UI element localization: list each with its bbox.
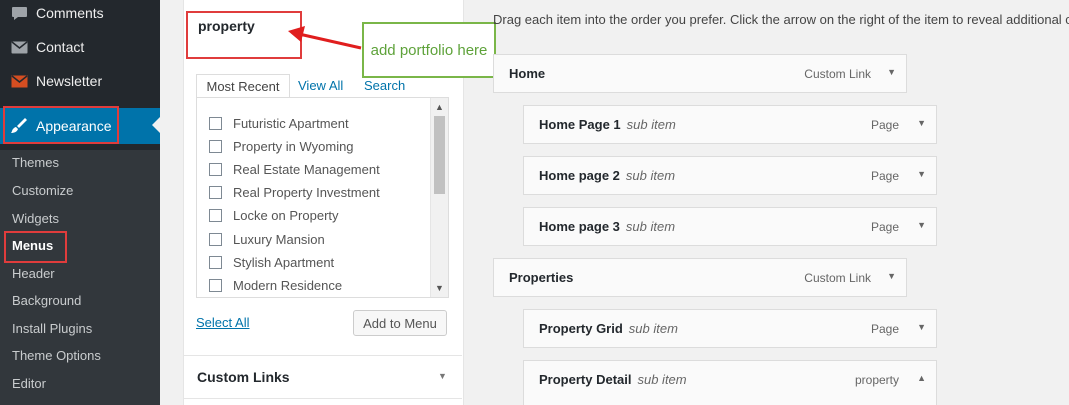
menu-item-type: Page — [870, 118, 899, 132]
callout-box: add portfolio here — [362, 22, 496, 78]
tab-most-recent[interactable]: Most Recent — [196, 74, 290, 98]
custom-links-heading[interactable]: Custom Links — [197, 369, 290, 385]
property-checklist: Futuristic Apartment Property in Wyoming… — [196, 97, 449, 298]
add-to-menu-button[interactable]: Add to Menu — [353, 310, 447, 336]
list-item-label: Modern Residence — [233, 277, 343, 293]
sidebar-item-label: Newsletter — [36, 73, 103, 89]
list-item-label: Locke on Property — [233, 207, 339, 223]
menu-item-title: Property Grid sub item — [539, 321, 678, 336]
tab-view-all[interactable]: View All — [298, 74, 343, 97]
submenu-item-themes[interactable]: Themes — [12, 155, 59, 170]
chevron-up-icon[interactable]: ▲ — [917, 373, 926, 383]
sidebar-item-label: Comments — [36, 5, 104, 21]
menu-item-type: Page — [870, 220, 899, 234]
menu-item-home-page-2[interactable]: Home page 2 sub item Page ▼ — [523, 156, 937, 195]
list-item[interactable]: Stylish Apartment — [209, 252, 334, 272]
sidebar-item-newsletter[interactable]: Newsletter — [0, 64, 160, 98]
menu-item-title-text: Home page 2 — [539, 168, 620, 183]
checkbox[interactable] — [209, 162, 222, 176]
highlight-box-menus — [4, 231, 67, 263]
menu-item-title: Home — [509, 66, 546, 81]
sidebar-item-label: Contact — [36, 39, 85, 55]
chevron-down-icon[interactable]: ▼ — [887, 271, 896, 281]
scroll-down-icon[interactable]: ▼ — [431, 281, 448, 295]
chevron-down-icon[interactable]: ▼ — [887, 67, 896, 77]
list-item[interactable]: Real Estate Management — [209, 159, 380, 179]
newsletter-icon — [9, 74, 29, 88]
list-item[interactable]: Modern Residence — [209, 275, 342, 295]
checkbox[interactable] — [209, 278, 222, 292]
sub-item-label: sub item — [625, 219, 676, 234]
menu-item-property-detail[interactable]: Property Detail sub item property ▲ — [523, 360, 937, 405]
checkbox[interactable] — [209, 185, 222, 199]
menu-item-property-grid[interactable]: Property Grid sub item Page ▼ — [523, 309, 937, 348]
list-item-label: Real Property Investment — [233, 184, 380, 200]
list-item-label: Luxury Mansion — [233, 231, 325, 247]
divider — [184, 398, 462, 399]
menu-item-type: Page — [870, 322, 899, 336]
menu-item-title-text: Property Grid — [539, 321, 623, 336]
submenu-item-install-plugins[interactable]: Install Plugins — [12, 321, 92, 336]
menu-item-properties[interactable]: Properties Custom Link ▼ — [493, 258, 907, 297]
sub-item-label: sub item — [628, 321, 678, 336]
list-item[interactable]: Property in Wyoming — [209, 136, 354, 156]
chevron-down-icon[interactable]: ▼ — [438, 371, 447, 381]
menu-item-title-text: Home Page 1 — [539, 117, 621, 132]
menu-item-type: Page — [870, 169, 899, 183]
list-item-label: Real Estate Management — [233, 161, 380, 177]
menu-item-title-text: Home page 3 — [539, 219, 620, 234]
menu-item-title-text: Property Detail — [539, 372, 632, 387]
checkbox[interactable] — [209, 139, 222, 153]
submenu-item-header[interactable]: Header — [12, 266, 55, 281]
menu-item-title: Home Page 1 sub item — [539, 117, 676, 132]
chevron-down-icon[interactable]: ▼ — [917, 220, 926, 230]
red-arrow-annotation — [288, 26, 362, 50]
submenu-item-customize[interactable]: Customize — [12, 183, 73, 198]
chevron-down-icon[interactable]: ▼ — [917, 322, 926, 332]
admin-sidebar: Comments Contact Newsletter Appearance T… — [0, 0, 160, 405]
menu-item-home-page-3[interactable]: Home page 3 sub item Page ▼ — [523, 207, 937, 246]
scrollbar-thumb[interactable] — [434, 116, 445, 194]
comment-bubble-icon — [9, 6, 29, 21]
sidebar-item-comments[interactable]: Comments — [0, 0, 160, 30]
divider — [184, 355, 462, 356]
sub-item-label: sub item — [626, 117, 676, 132]
sub-item-label: sub item — [625, 168, 676, 183]
list-item-label: Property in Wyoming — [233, 138, 354, 154]
list-item[interactable]: Futuristic Apartment — [209, 113, 349, 133]
list-item-label: Futuristic Apartment — [233, 115, 349, 131]
select-all-link[interactable]: Select All — [196, 315, 249, 330]
scroll-up-icon[interactable]: ▲ — [431, 100, 448, 114]
chevron-down-icon[interactable]: ▼ — [917, 169, 926, 179]
menu-item-title: Property Detail sub item — [539, 372, 687, 387]
list-item-label: Stylish Apartment — [233, 254, 335, 270]
menu-item-home-page-1[interactable]: Home Page 1 sub item Page ▼ — [523, 105, 937, 144]
envelope-icon — [9, 40, 29, 54]
checkbox[interactable] — [209, 255, 222, 269]
checkbox[interactable] — [209, 208, 222, 222]
menu-instructions: Drag each item into the order you prefer… — [493, 12, 1069, 27]
checkbox[interactable] — [209, 116, 222, 130]
menu-item-type: Custom Link — [804, 271, 871, 285]
appearance-submenu: Themes Customize Widgets Menus Header Ba… — [0, 150, 160, 405]
menu-item-type: property — [854, 373, 899, 387]
menu-item-title: Properties — [509, 270, 574, 285]
sidebar-item-contact[interactable]: Contact — [0, 30, 160, 64]
list-item[interactable]: Real Property Investment — [209, 182, 380, 202]
menu-item-home[interactable]: Home Custom Link ▼ — [493, 54, 907, 93]
sub-item-label: sub item — [637, 372, 687, 387]
menu-item-type: Custom Link — [804, 67, 871, 81]
submenu-item-editor[interactable]: Editor — [12, 376, 46, 391]
menu-item-title: Home page 3 sub item — [539, 219, 675, 234]
menu-item-title: Home page 2 sub item — [539, 168, 675, 183]
list-item[interactable]: Luxury Mansion — [209, 229, 325, 249]
vertical-scrollbar[interactable]: ▲ ▼ — [430, 98, 448, 297]
list-item[interactable]: Locke on Property — [209, 205, 339, 225]
chevron-down-icon[interactable]: ▼ — [917, 118, 926, 128]
submenu-item-theme-options[interactable]: Theme Options — [12, 348, 101, 363]
highlight-box-appearance — [3, 106, 119, 144]
checkbox[interactable] — [209, 232, 222, 246]
submenu-item-background[interactable]: Background — [12, 293, 81, 308]
submenu-item-widgets[interactable]: Widgets — [12, 211, 59, 226]
